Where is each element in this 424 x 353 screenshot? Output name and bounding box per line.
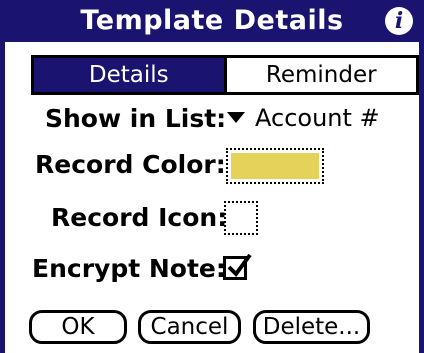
encrypt-note-checkbox[interactable] [223,253,252,280]
show-in-list-popup[interactable]: Account # [227,104,380,132]
show-in-list-value: Account # [255,104,380,132]
record-icon-picker[interactable] [224,201,258,235]
title-bar: Template Details i [5,0,419,42]
tab-details[interactable]: Details [34,58,224,92]
record-icon-label: Record Icon: [51,203,228,232]
dialog-title: Template Details [80,5,344,36]
checkmark-icon [227,253,252,278]
ok-button[interactable]: OK [29,310,127,344]
info-icon[interactable]: i [385,7,413,35]
show-in-list-label: Show in List: [45,104,227,133]
cancel-button[interactable]: Cancel [138,310,241,344]
record-color-fill [231,153,319,179]
tab-bar: Details Reminder [31,55,419,95]
delete-button[interactable]: Delete... [253,310,370,344]
record-color-label: Record Color: [35,150,226,179]
template-details-dialog: Template Details i Details Reminder Show… [0,0,424,353]
record-color-swatch[interactable] [226,148,324,184]
tab-reminder[interactable]: Reminder [223,58,417,92]
encrypt-note-label: Encrypt Note: [32,254,226,283]
dropdown-triangle-icon [227,112,245,123]
